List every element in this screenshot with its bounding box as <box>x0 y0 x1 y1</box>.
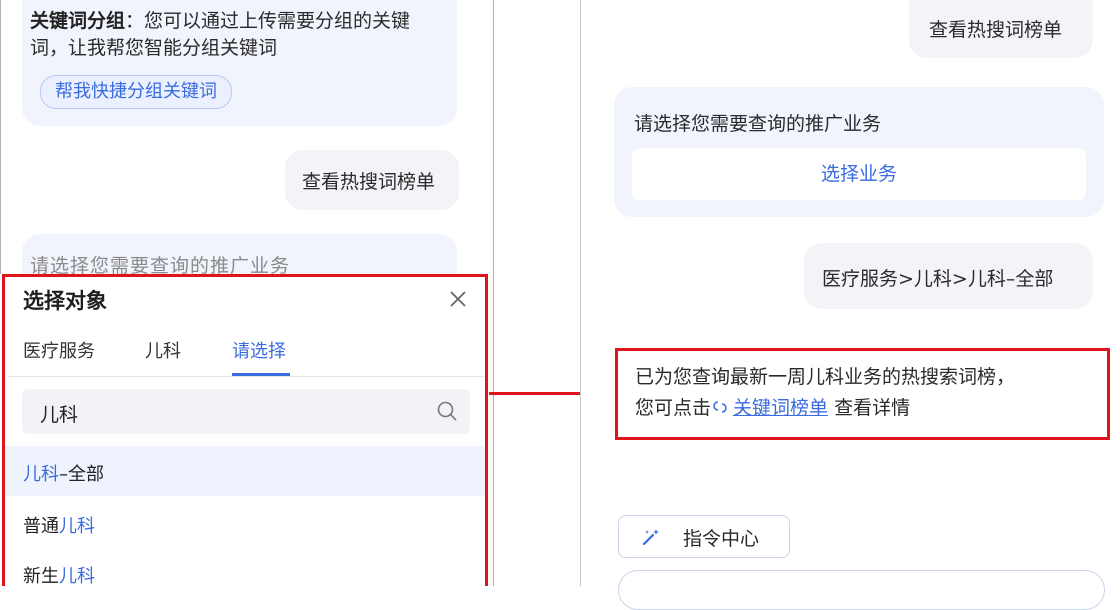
select-business-button-label[interactable]: 选择业务 <box>632 148 1086 200</box>
magic-wand-icon <box>642 529 659 546</box>
keyword-group-text: 关键词分组：您可以通过上传需要分组的关键 词，让我帮您智能分组关键词 <box>30 8 450 62</box>
user-selection-text: 医疗服务>儿科>儿科–全部 <box>822 268 1054 290</box>
command-center-label[interactable]: 指令中心 <box>683 524 759 551</box>
keyword-group-desc-1: ：您可以通过上传需要分组的关键 <box>125 10 411 32</box>
quick-group-keywords-chip[interactable]: 帮我快捷分组关键词 <box>40 75 232 109</box>
sheet-highlight-frame <box>2 274 488 586</box>
result-highlight-frame <box>615 348 1110 440</box>
bot-select-business-prompt: 请选择您需要查询的推广业务 <box>634 113 882 135</box>
user-message-text: 查看热搜词榜单 <box>302 171 436 193</box>
keyword-group-desc-2: 词，让我帮您智能分组关键词 <box>30 37 278 59</box>
keyword-group-title: 关键词分组 <box>30 10 126 32</box>
message-input-box[interactable] <box>618 570 1105 610</box>
user-message-text: 查看热搜词榜单 <box>929 19 1063 41</box>
